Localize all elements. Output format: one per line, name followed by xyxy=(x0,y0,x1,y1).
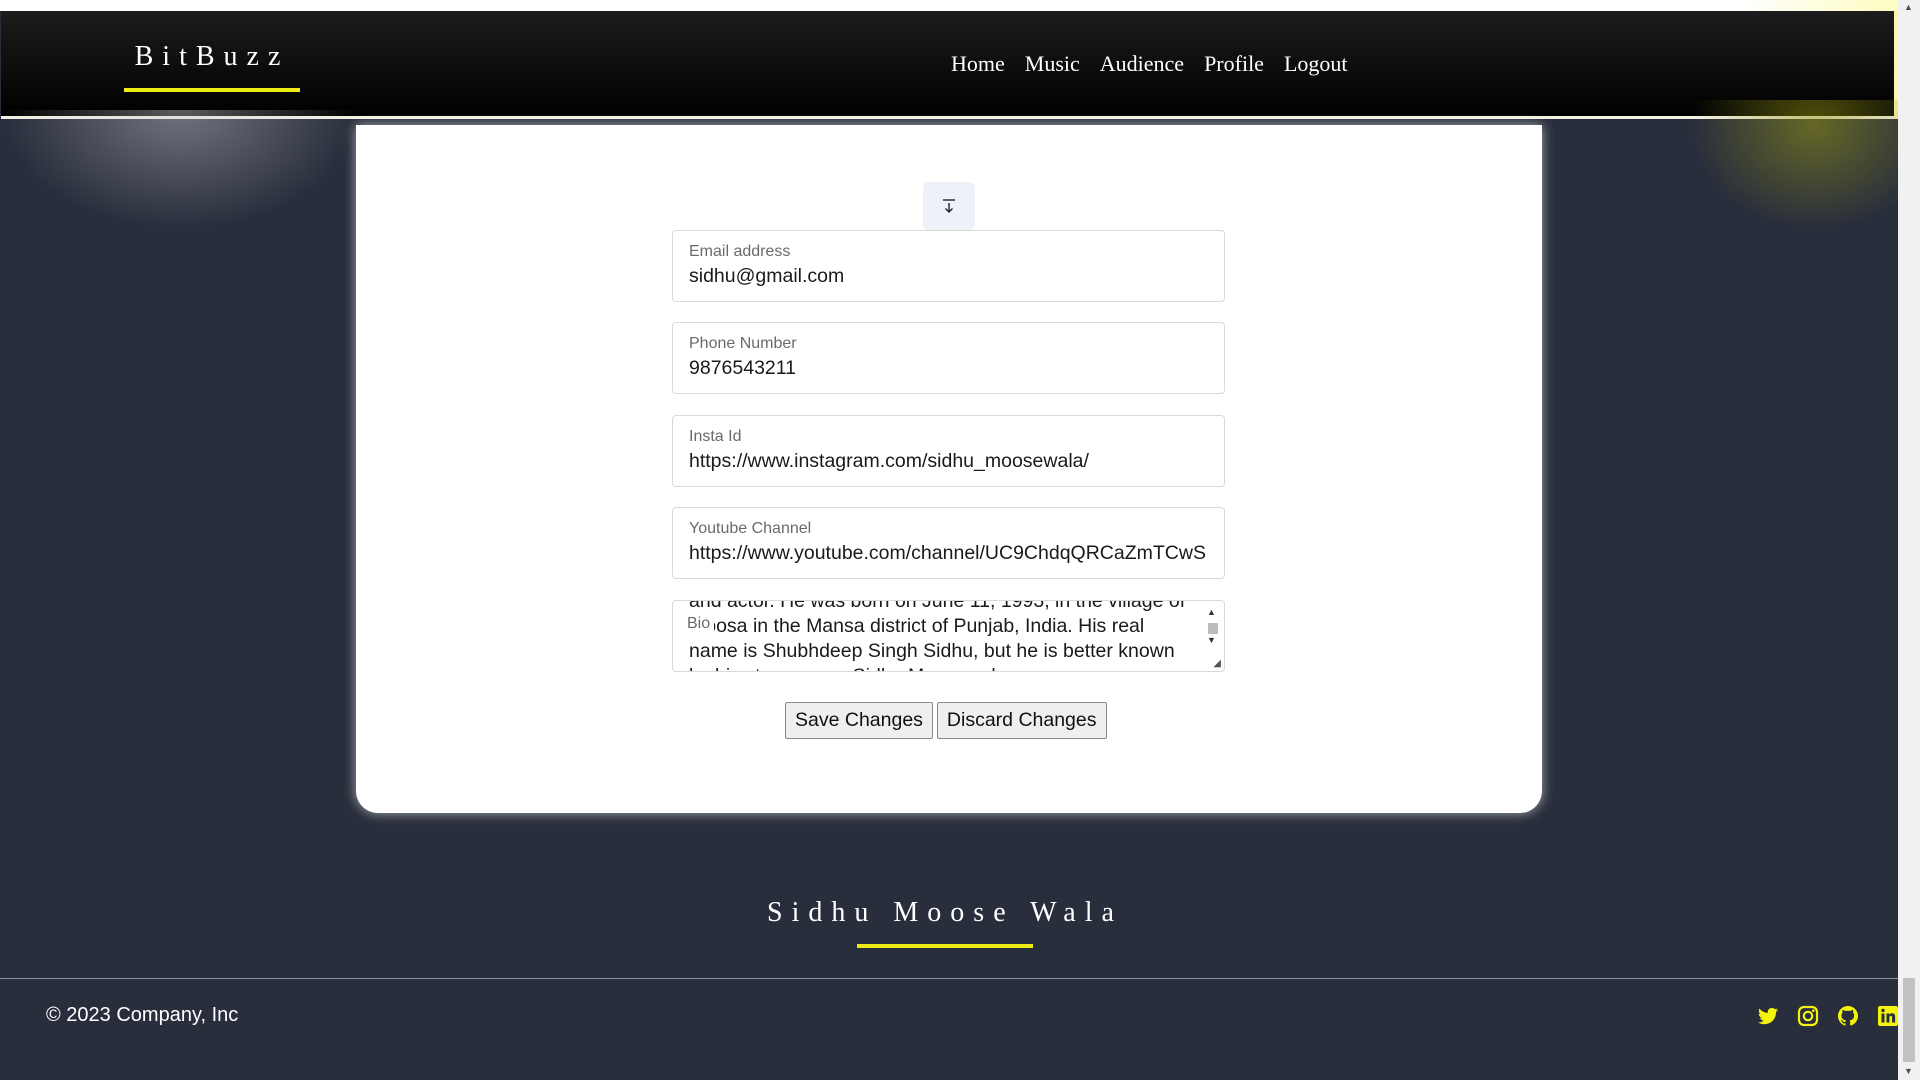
email-value[interactable]: sidhu@gmail.com xyxy=(689,265,1209,288)
copyright: © 2023 Company, Inc xyxy=(46,1004,239,1026)
collapse-button[interactable] xyxy=(923,182,975,230)
github-icon[interactable] xyxy=(1836,1004,1860,1028)
twitter-icon[interactable] xyxy=(1756,1004,1780,1028)
instagram-icon[interactable] xyxy=(1796,1004,1820,1028)
phone-value[interactable]: 9876543211 xyxy=(689,357,1209,380)
page-scroll-down-icon[interactable]: ▼ xyxy=(1904,1066,1913,1076)
glow-left xyxy=(0,110,360,230)
bio-scroll-thumb[interactable] xyxy=(1208,623,1218,634)
footer-underline xyxy=(857,944,1033,948)
resize-grip-icon[interactable]: ◢ xyxy=(1213,658,1221,669)
form-actions: Save Changes Discard Changes xyxy=(785,702,1107,739)
page-scroll-thumb[interactable] xyxy=(1903,978,1915,1062)
navbar: BitBuzz Home Music Audience Profile Logo… xyxy=(1,11,1898,119)
bio-textarea[interactable]: and actor. He was born on June 11, 1993,… xyxy=(672,600,1225,672)
discard-changes-button[interactable]: Discard Changes xyxy=(936,702,1107,739)
save-changes-button[interactable]: Save Changes xyxy=(785,702,933,739)
nav-link-audience[interactable]: Audience xyxy=(1100,51,1184,77)
glow-right xyxy=(1690,100,1898,230)
brand-logo[interactable]: BitBuzz xyxy=(124,41,300,73)
page-scrollbar[interactable]: ▲ ▼ xyxy=(1898,0,1920,1080)
insta-value[interactable]: https://www.instagram.com/sidhu_moosewal… xyxy=(689,450,1209,473)
social-links xyxy=(1756,1004,1900,1028)
nav-link-logout[interactable]: Logout xyxy=(1284,51,1348,77)
page-scroll-up-icon[interactable]: ▲ xyxy=(1904,2,1913,12)
email-field[interactable]: Email address sidhu@gmail.com xyxy=(672,230,1225,302)
phone-field[interactable]: Phone Number 9876543211 xyxy=(672,322,1225,394)
insta-field[interactable]: Insta Id https://www.instagram.com/sidhu… xyxy=(672,415,1225,487)
nav-link-music[interactable]: Music xyxy=(1025,51,1080,77)
footer-divider xyxy=(0,978,1898,979)
linkedin-icon[interactable] xyxy=(1876,1004,1900,1028)
nav-link-home[interactable]: Home xyxy=(951,51,1005,77)
youtube-value[interactable]: https://www.youtube.com/channel/UC9ChdqQ… xyxy=(689,542,1209,565)
bio-label: Bio xyxy=(687,615,715,633)
phone-label: Phone Number xyxy=(689,335,797,352)
nav-link-profile[interactable]: Profile xyxy=(1204,51,1264,77)
footer-artist-name: Sidhu Moose Wala xyxy=(767,897,1123,928)
insta-label: Insta Id xyxy=(689,428,742,445)
top-strip-glow xyxy=(1738,0,1898,11)
email-label: Email address xyxy=(689,243,791,260)
nav-links: Home Music Audience Profile Logout xyxy=(951,51,1348,77)
bio-value[interactable]: and actor. He was born on June 11, 1993,… xyxy=(689,601,1189,671)
scroll-up-icon[interactable]: ▲ xyxy=(1207,607,1216,617)
arrow-down-to-line-icon xyxy=(943,199,955,213)
youtube-label: Youtube Channel xyxy=(689,520,812,537)
youtube-field[interactable]: Youtube Channel https://www.youtube.com/… xyxy=(672,507,1225,579)
scroll-down-icon[interactable]: ▼ xyxy=(1207,635,1216,645)
top-strip xyxy=(0,0,1898,11)
brand-underline xyxy=(124,88,300,92)
